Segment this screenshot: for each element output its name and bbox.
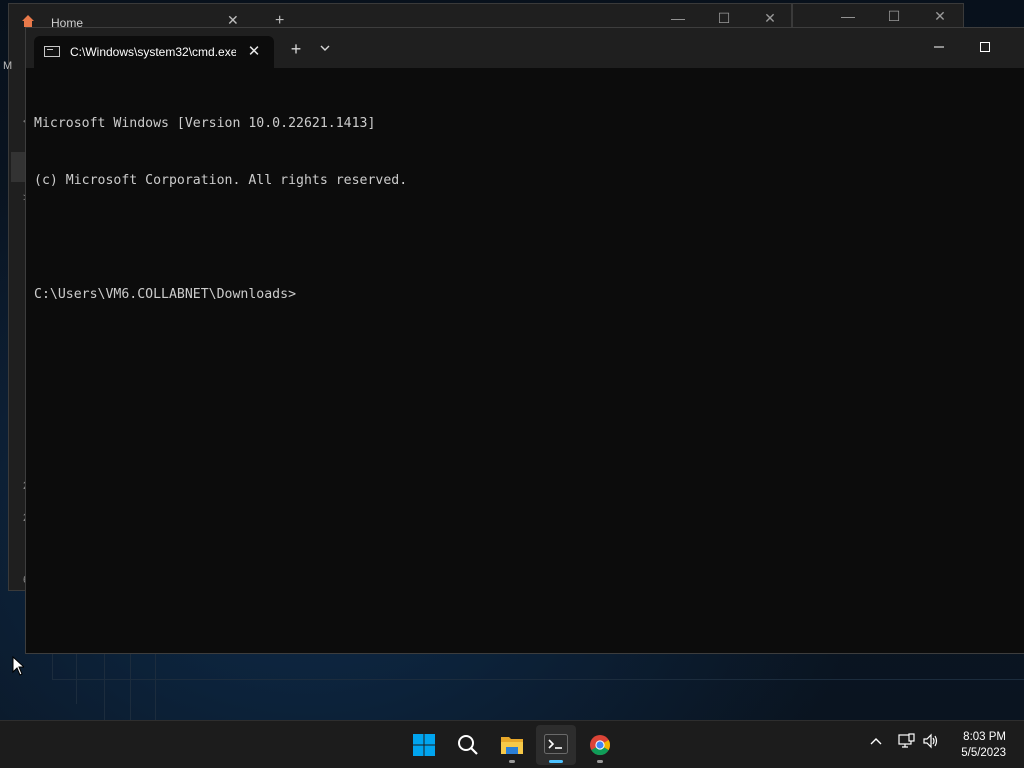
taskbar: 8:03 PM 5/5/2023 <box>0 720 1024 768</box>
speaker-icon <box>923 733 938 749</box>
maximize-icon <box>980 42 990 52</box>
desktop: Home ✕ + — ☐ ✕ M < > 2 2 6 — ☐ ✕ C:\Wind… <box>0 0 1024 720</box>
terminal-taskbar-button[interactable] <box>536 725 576 765</box>
clock-time: 8:03 PM <box>963 731 1006 743</box>
clock-date: 5/5/2023 <box>961 747 1006 759</box>
background2-minimize-button[interactable]: — <box>825 6 871 26</box>
background-maximize-button[interactable]: ☐ <box>701 8 747 28</box>
show-hidden-icons-button[interactable] <box>866 733 886 755</box>
running-indicator <box>597 760 603 763</box>
search-icon <box>458 735 478 755</box>
terminal-titlebar[interactable]: C:\Windows\system32\cmd.exe ✕ + <box>26 28 1024 68</box>
network-button[interactable] <box>897 733 917 755</box>
folder-icon <box>501 737 523 754</box>
console-output[interactable]: Microsoft Windows [Version 10.0.22621.14… <box>34 76 1016 645</box>
maximize-button[interactable] <box>962 34 1008 62</box>
tab-title: C:\Windows\system32\cmd.exe <box>70 45 236 59</box>
background-window-2[interactable]: — ☐ ✕ <box>792 3 964 27</box>
volume-button[interactable] <box>921 733 941 755</box>
chrome-icon <box>590 735 611 756</box>
mouse-cursor-icon <box>12 655 26 681</box>
search-button[interactable] <box>448 725 488 765</box>
new-tab-button[interactable]: + <box>283 38 309 60</box>
wallpaper-line <box>104 654 105 720</box>
wallpaper-line <box>52 679 1024 680</box>
chevron-down-icon <box>320 45 330 51</box>
background-sidebar-item[interactable] <box>11 152 25 182</box>
tab-close-button[interactable]: ✕ <box>242 40 266 64</box>
network-icon <box>898 733 915 748</box>
running-indicator <box>509 760 515 763</box>
minimize-icon <box>934 46 944 48</box>
tab-cmd[interactable]: C:\Windows\system32\cmd.exe ✕ <box>34 36 274 68</box>
background-edge-glyph: M <box>3 60 13 72</box>
wallpaper-line <box>155 654 156 720</box>
terminal-icon <box>544 734 568 754</box>
windows-logo-icon <box>413 734 435 756</box>
background-close-button[interactable]: ✕ <box>747 8 793 28</box>
tab-dropdown-button[interactable] <box>312 38 338 60</box>
clock[interactable]: 8:03 PM 5/5/2023 <box>961 729 1006 761</box>
start-button[interactable] <box>404 725 444 765</box>
background-minimize-button[interactable]: — <box>655 8 701 28</box>
minimize-button[interactable] <box>916 34 962 62</box>
terminal-window[interactable]: C:\Windows\system32\cmd.exe ✕ + Microsof… <box>25 27 1024 654</box>
chrome-button[interactable] <box>580 725 620 765</box>
background2-maximize-button[interactable]: ☐ <box>871 6 917 26</box>
console-line: (c) Microsoft Corporation. All rights re… <box>34 173 408 188</box>
active-indicator <box>549 760 563 763</box>
cmd-icon <box>44 46 60 57</box>
console-prompt[interactable]: C:\Users\VM6.COLLABNET\Downloads> <box>34 285 1016 304</box>
wallpaper-line <box>130 654 131 720</box>
background2-close-button[interactable]: ✕ <box>917 6 963 26</box>
file-explorer-button[interactable] <box>492 725 532 765</box>
home-icon <box>21 14 35 28</box>
console-line: Microsoft Windows [Version 10.0.22621.14… <box>34 116 376 131</box>
chevron-up-icon <box>870 738 882 745</box>
wallpaper-line <box>52 654 53 680</box>
